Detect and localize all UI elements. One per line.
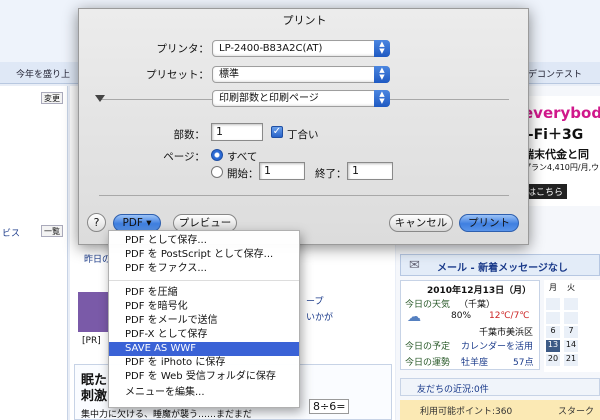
cloud-icon: ☁ — [407, 309, 421, 325]
print-button[interactable]: プリント — [459, 214, 519, 232]
pages-label: ページ： — [163, 151, 205, 163]
points-text[interactable]: 利用可能ポイント:360 — [420, 404, 512, 417]
fortune-label: 今日の運勢 — [405, 358, 451, 368]
copies-label: 部数： — [173, 129, 206, 141]
cancel-button[interactable]: キャンセル — [389, 214, 453, 232]
left-column: 変更 ビス 一覧 — [0, 86, 68, 420]
pr-label: [PR] — [82, 336, 101, 346]
change-button[interactable]: 変更 — [41, 92, 63, 104]
calendar-day[interactable] — [546, 312, 560, 324]
points-bar[interactable]: 利用可能ポイント:360 スターク — [400, 400, 600, 420]
pages-to-field[interactable]: 1 — [347, 162, 393, 180]
calendar-header: 月 — [549, 283, 557, 292]
pages-from-label: 開始： — [227, 168, 259, 180]
dialog-title: プリント — [282, 14, 327, 27]
disclosure-triangle-icon[interactable] — [95, 95, 105, 102]
daily-info-box: 2010年12月13日（月） 今日の天気 （千葉） ☁ 80% 12℃/7℃ 千… — [400, 280, 540, 370]
ad-line-4: プラン4,410円/月,ウェブ基 — [523, 163, 600, 172]
calendar-day[interactable] — [546, 298, 560, 310]
plan-label: 今日の予定 — [405, 342, 451, 352]
calendar-day[interactable]: 21 — [564, 354, 578, 366]
calendar-day[interactable]: 14 — [564, 340, 578, 352]
weather-percent: 80% — [451, 311, 472, 321]
mail-status-text[interactable]: メール - 新着メッセージなし — [437, 259, 568, 274]
menu-item-fax-pdf[interactable]: PDF をファクス... — [109, 262, 299, 276]
address-text: 千葉市美浜区 — [479, 328, 534, 338]
section-select[interactable]: 印刷部数と印刷ページ ▲ ▼ — [212, 90, 390, 107]
printer-label: プリンタ： — [156, 43, 210, 55]
fortune-sign[interactable]: 牡羊座 — [461, 355, 488, 368]
mail-status-bar[interactable]: ✉ メール - 新着メッセージなし — [400, 254, 600, 276]
article-headline-2[interactable]: 刺激 — [81, 385, 107, 404]
ad-link[interactable]: はこちら — [523, 184, 568, 199]
list-button[interactable]: 一覧 — [41, 225, 63, 237]
pages-range-radio[interactable] — [211, 166, 223, 178]
pages-all-radio[interactable] — [211, 149, 223, 161]
ad-line-2: i-Fi＋3G — [523, 127, 584, 143]
weather-city: （千葉） — [459, 300, 496, 310]
menu-item-save-postscript[interactable]: PDF を PostScript として保存... — [109, 248, 299, 262]
menu-item-save-iphoto[interactable]: PDF を iPhoto に保存 — [109, 356, 299, 370]
pages-to-label: 終了： — [315, 168, 347, 180]
nav-link-left[interactable]: 今年を盛り上 — [16, 67, 70, 80]
select-arrows-icon: ▲ ▼ — [374, 90, 390, 107]
preset-label: プリセット： — [146, 69, 209, 81]
calendar-day[interactable]: 20 — [546, 354, 560, 366]
promo-text-1[interactable]: ープ — [306, 294, 323, 307]
nav-link-right[interactable]: デコンテスト — [528, 67, 582, 80]
collate-checkbox[interactable]: ✓ — [271, 126, 283, 138]
select-arrows-icon: ▲ ▼ — [374, 40, 390, 57]
fortune-points: 57点 — [513, 358, 534, 368]
calendar-day[interactable]: 7 — [564, 326, 578, 338]
menu-item-save-pdf[interactable]: PDF として保存... — [109, 234, 299, 248]
section-value: 印刷部数と印刷ページ — [219, 93, 319, 104]
printer-select[interactable]: LP-2400-B83A2C(AT) ▲ ▼ — [212, 40, 390, 57]
preset-value: 標準 — [219, 69, 239, 80]
copies-field[interactable]: 1 — [211, 123, 263, 141]
preset-select[interactable]: 標準 ▲ ▼ — [212, 66, 390, 83]
envelope-icon: ✉ — [409, 258, 420, 273]
print-dialog: プリント プリンタ： LP-2400-B83A2C(AT) ▲ ▼ プリセット： … — [78, 8, 529, 245]
menu-item-save-web-folder[interactable]: PDF を Web 受信フォルダに保存 — [109, 370, 299, 384]
select-arrows-icon: ▲ ▼ — [374, 66, 390, 83]
calendar-day[interactable] — [564, 298, 578, 310]
printer-value: LP-2400-B83A2C(AT) — [219, 43, 323, 54]
promo-text-2[interactable]: いかが — [306, 310, 333, 323]
left-column-text: ビス — [2, 229, 21, 239]
calendar-header: 火 — [567, 283, 575, 292]
calendar-day[interactable] — [564, 312, 578, 324]
menu-item-encrypt-pdf[interactable]: PDF を暗号化 — [109, 300, 299, 314]
calendar-today[interactable]: 13 — [546, 340, 560, 352]
friends-status[interactable]: 友だちの近況:0件 — [400, 378, 600, 396]
help-button[interactable]: ? — [87, 213, 106, 232]
menu-separator — [109, 280, 299, 281]
calendar-link[interactable]: カレンダーを活用 — [461, 339, 533, 352]
menu-item-mail-pdf[interactable]: PDF をメールで送信 — [109, 314, 299, 328]
mini-calendar: 月 火 6 7 13 14 20 21 — [544, 280, 600, 372]
pdf-dropdown-menu: PDF として保存... PDF を PostScript として保存... P… — [108, 230, 300, 408]
menu-item-save-pdfx[interactable]: PDF-X として保存 — [109, 328, 299, 342]
article-teaser[interactable]: 集中力に欠ける、睡魔が襲う……まだまだ — [81, 407, 252, 420]
ad-line-1: everybod — [523, 104, 600, 122]
pages-from-field[interactable]: 1 — [259, 162, 305, 180]
star-link[interactable]: スターク — [558, 404, 594, 417]
ad-line-3: 端末代金と同 — [523, 148, 589, 161]
yesterday-link[interactable]: 昨日の — [84, 252, 111, 265]
bottom-divider — [99, 195, 509, 196]
menu-item-edit-menu[interactable]: メニューを編集... — [109, 386, 299, 400]
calendar-day[interactable]: 6 — [546, 326, 560, 338]
collate-label: 丁合い — [287, 129, 319, 141]
puzzle-image: 8÷6= — [309, 399, 350, 414]
menu-item-compress-pdf[interactable]: PDF を圧縮 — [109, 286, 299, 300]
date-text: 2010年12月13日（月） — [427, 286, 532, 296]
weather-temp: 12℃/7℃ — [489, 311, 530, 321]
menu-item-save-as-wwf[interactable]: SAVE AS WWF — [109, 342, 299, 356]
pages-all-label: すべて — [227, 151, 258, 163]
friends-text[interactable]: 友だちの近況:0件 — [417, 382, 489, 395]
product-image[interactable] — [78, 292, 108, 332]
